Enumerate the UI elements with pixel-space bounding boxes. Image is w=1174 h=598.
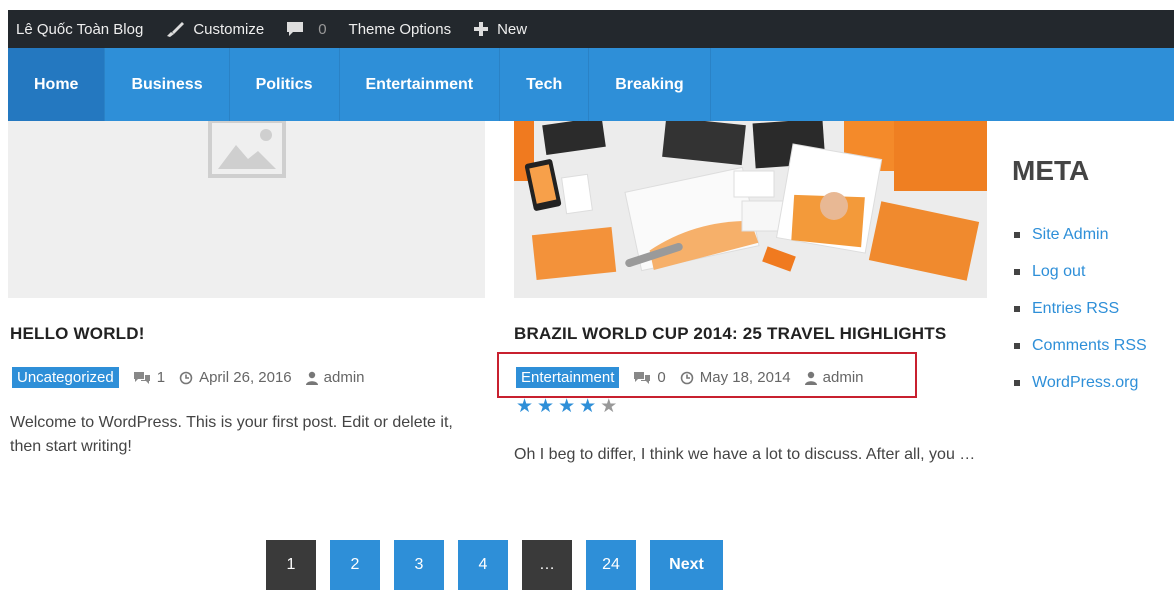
admin-bar-wrapper: Lê Quốc Toàn Blog Customize 0 Theme Opti…	[0, 0, 1174, 48]
link-label: Entries RSS	[1032, 299, 1120, 317]
nav-item-tech[interactable]: Tech	[500, 48, 590, 121]
comment-bubble-icon	[286, 21, 304, 37]
nav-item-home[interactable]: Home	[8, 48, 106, 121]
theme-options-label: Theme Options	[348, 20, 452, 38]
admin-bar-customize[interactable]: Customize	[165, 21, 264, 38]
post-author[interactable]: admin	[305, 369, 365, 386]
primary-nav: Home Business Politics Entertainment Tec…	[8, 48, 1174, 121]
post-meta: Uncategorized 1 April 26, 2016 admin	[12, 367, 379, 388]
nav-item-business[interactable]: Business	[105, 48, 230, 121]
sidebar-link-site-admin[interactable]: Site Admin	[1014, 216, 1147, 253]
bullet-icon	[1014, 305, 1020, 312]
sidebar-link-wordpress-org[interactable]: WordPress.org	[1014, 364, 1147, 401]
brush-icon	[165, 21, 185, 37]
sidebar-link-log-out[interactable]: Log out	[1014, 253, 1147, 290]
post-thumbnail-placeholder[interactable]	[8, 119, 485, 298]
clock-icon	[179, 371, 193, 384]
bullet-icon	[1014, 342, 1020, 349]
comments-icon	[133, 371, 150, 384]
page-ellipsis: …	[522, 540, 572, 590]
nav-item-politics[interactable]: Politics	[230, 48, 340, 121]
admin-bar: Lê Quốc Toàn Blog Customize 0 Theme Opti…	[8, 10, 1174, 48]
post-date[interactable]: April 26, 2016	[179, 369, 292, 386]
star-icon[interactable]: ★	[537, 397, 554, 417]
link-label: WordPress.org	[1032, 373, 1139, 391]
link-label: Log out	[1032, 262, 1086, 280]
annotation-highlight-box	[497, 352, 917, 398]
bullet-icon	[1014, 231, 1020, 238]
admin-bar-site-name[interactable]: Lê Quốc Toàn Blog	[16, 21, 143, 38]
date-text: April 26, 2016	[199, 369, 292, 386]
page-2-button[interactable]: 2	[330, 540, 380, 590]
bullet-icon	[1014, 379, 1020, 386]
image-placeholder-icon	[208, 119, 286, 178]
admin-bar-new[interactable]: New	[473, 21, 527, 38]
next-page-button[interactable]: Next	[650, 540, 723, 590]
page-4-button[interactable]: 4	[458, 540, 508, 590]
post-excerpt: Welcome to WordPress. This is your first…	[10, 414, 453, 455]
page-3-button[interactable]: 3	[394, 540, 444, 590]
user-icon	[305, 371, 318, 385]
nav-item-entertainment[interactable]: Entertainment	[340, 48, 501, 121]
link-label: Site Admin	[1032, 225, 1109, 243]
category-badge[interactable]: Uncategorized	[12, 367, 119, 388]
stationery-image	[514, 121, 987, 298]
star-icon[interactable]: ★	[579, 397, 596, 417]
link-label: Comments RSS	[1032, 336, 1147, 354]
post-thumbnail-stationery[interactable]	[514, 121, 987, 298]
post-comments[interactable]: 1	[133, 369, 165, 386]
star-icon[interactable]: ★	[558, 397, 575, 417]
comments-count: 1	[156, 369, 166, 386]
star-rating: ★ ★ ★ ★ ★	[516, 397, 621, 417]
nav-item-breaking[interactable]: Breaking	[589, 48, 711, 121]
sidebar-link-comments-rss[interactable]: Comments RSS	[1014, 327, 1147, 364]
customize-label: Customize	[193, 20, 265, 38]
sidebar-meta-list: Site Admin Log out Entries RSS Comments …	[1014, 216, 1147, 401]
post-title[interactable]: BRAZIL WORLD CUP 2014: 25 TRAVEL HIGHLIG…	[514, 324, 946, 344]
site-name-label: Lê Quốc Toàn Blog	[16, 20, 144, 38]
post-title[interactable]: HELLO WORLD!	[10, 324, 145, 344]
admin-bar-comments[interactable]: 0	[286, 20, 327, 38]
sidebar-link-entries-rss[interactable]: Entries RSS	[1014, 290, 1147, 327]
plus-icon	[473, 21, 489, 37]
star-icon[interactable]: ★	[600, 397, 617, 417]
pagination: 1 2 3 4 … 24 Next	[266, 540, 737, 590]
comments-count: 0	[318, 20, 327, 38]
post-excerpt: Oh I beg to differ, I think we have a lo…	[514, 446, 976, 463]
page-1-button[interactable]: 1	[266, 540, 316, 590]
page-24-button[interactable]: 24	[586, 540, 636, 590]
admin-bar-theme-options[interactable]: Theme Options	[349, 21, 452, 38]
sidebar-widget-title: META	[1012, 155, 1090, 186]
author-name: admin	[323, 369, 365, 386]
star-icon[interactable]: ★	[516, 397, 533, 417]
bullet-icon	[1014, 268, 1020, 275]
new-label: New	[497, 20, 528, 38]
